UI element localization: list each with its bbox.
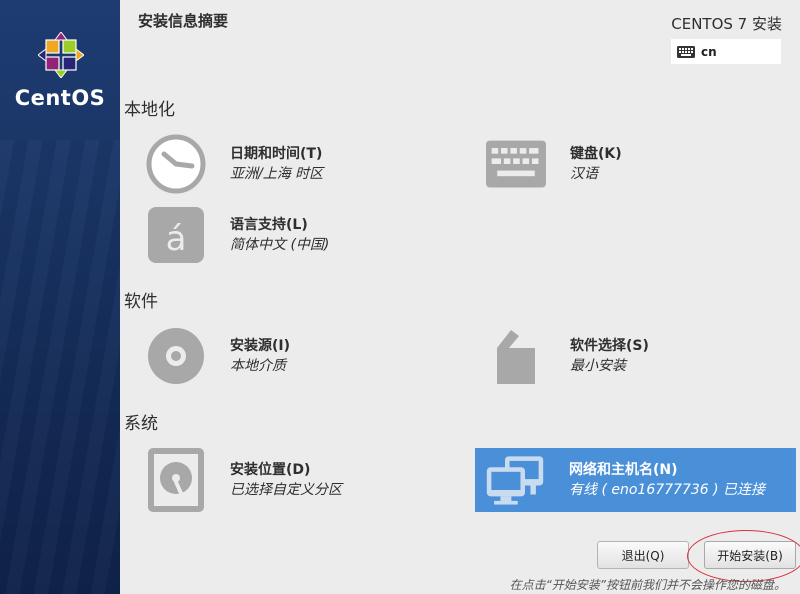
centos-logo-icon — [38, 32, 84, 78]
spoke-status: 汉语 — [570, 166, 598, 182]
disc-icon — [146, 326, 206, 386]
summary-hub: 安装信息摘要 CENTOS 7 安装 cn 本地化 日期和时间(T) 亚洲/上海… — [120, 0, 800, 594]
spoke-status: 本地介质 — [230, 358, 286, 374]
spoke-label: 日期和时间(T) — [230, 146, 323, 162]
spoke-label: 软件选择(S) — [570, 338, 649, 354]
clock-icon — [146, 134, 206, 194]
package-icon — [486, 326, 546, 386]
section-system: 系统 — [124, 414, 158, 434]
quit-button[interactable]: 退出(Q) — [597, 541, 689, 569]
begin-installation-button[interactable]: 开始安装(B) — [704, 541, 796, 569]
keyboard-layout-code: cn — [701, 44, 717, 59]
keyboard-layout-indicator[interactable]: cn — [671, 39, 781, 64]
harddisk-icon — [146, 448, 206, 512]
spoke-status: 亚洲/上海 时区 — [230, 166, 324, 182]
brand-name: CentOS — [14, 86, 106, 110]
spoke-label: 键盘(K) — [570, 146, 622, 162]
spoke-status: 简体中文 (中国) — [230, 237, 330, 253]
svg-text:á: á — [166, 219, 187, 259]
spoke-software-selection[interactable]: 软件选择(S) 最小安装 — [460, 324, 780, 388]
spoke-label: 安装位置(D) — [230, 462, 311, 478]
spoke-install-destination[interactable]: 安装位置(D) 已选择自定义分区 — [120, 448, 440, 512]
spoke-label: 语言支持(L) — [230, 217, 308, 233]
spoke-keyboard[interactable]: 键盘(K) 汉语 — [460, 132, 780, 196]
footer-note: 在点击“开始安装”按钮前我们并不会操作您的磁盘。 — [509, 578, 786, 592]
keyboard-small-icon — [677, 45, 695, 58]
section-software: 软件 — [124, 292, 158, 312]
spoke-status: 最小安装 — [570, 358, 626, 374]
spoke-install-source[interactable]: 安装源(I) 本地介质 — [120, 324, 440, 388]
spoke-status: 有线 ( eno16777736 ) 已连接 — [569, 482, 766, 498]
product-title: CENTOS 7 安装 — [671, 15, 782, 33]
spoke-network-hostname[interactable]: 网络和主机名(N) 有线 ( eno16777736 ) 已连接 — [475, 448, 796, 512]
page-title: 安装信息摘要 — [138, 12, 229, 30]
spoke-label: 网络和主机名(N) — [569, 462, 678, 478]
sidebar: CentOS — [0, 0, 120, 594]
spoke-status: 已选择自定义分区 — [230, 482, 342, 498]
section-localization: 本地化 — [124, 100, 175, 120]
spoke-language[interactable]: á 语言支持(L) 简体中文 (中国) — [120, 203, 440, 267]
network-icon — [485, 450, 545, 510]
spoke-datetime[interactable]: 日期和时间(T) 亚洲/上海 时区 — [120, 132, 440, 196]
keyboard-icon — [486, 134, 546, 194]
language-icon: á — [146, 205, 206, 265]
spoke-label: 安装源(I) — [230, 338, 291, 354]
